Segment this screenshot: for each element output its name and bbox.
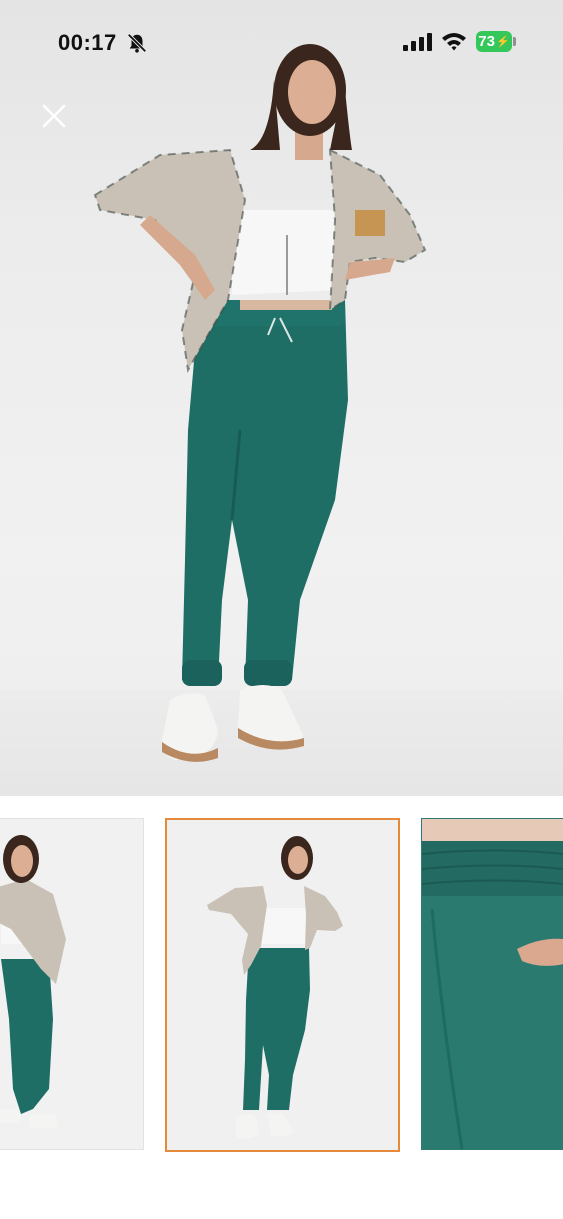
thumbnail-image <box>0 819 143 1149</box>
wifi-icon <box>442 33 466 51</box>
status-time: 00:17 <box>58 30 117 55</box>
battery-level: 73 <box>478 33 495 50</box>
thumbnail-image <box>167 820 398 1150</box>
thumbnail-full-selected[interactable] <box>165 818 400 1152</box>
close-icon[interactable] <box>36 98 72 134</box>
thumbnail-strip <box>0 796 563 1219</box>
thumbnail-waistband-detail[interactable] <box>421 818 563 1150</box>
product-gallery-screen: 00:17 73 ⚡ <box>0 0 563 1219</box>
bell-slash-icon <box>127 33 147 53</box>
main-product-photo[interactable] <box>0 0 563 796</box>
charging-bolt-icon: ⚡ <box>495 36 510 48</box>
thumbnail-image <box>422 819 563 1149</box>
thumbnail-front-cropped[interactable] <box>0 818 144 1150</box>
battery-charging-icon: 73 ⚡ <box>476 31 512 52</box>
cellular-signal-icon <box>403 33 432 51</box>
model-figure <box>93 44 427 762</box>
status-bar: 00:17 73 ⚡ <box>0 0 563 84</box>
battery-tip <box>513 37 516 46</box>
